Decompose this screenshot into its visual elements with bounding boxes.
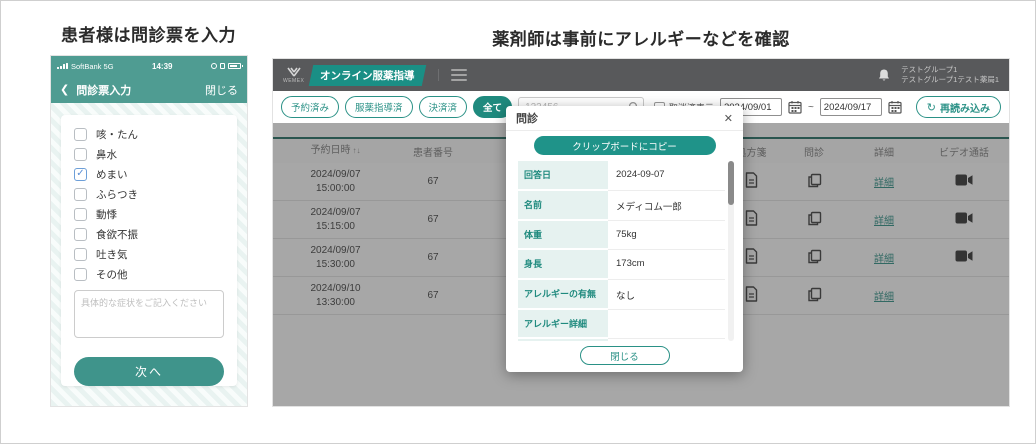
modal-row-label: ジェネリックを希望する: [518, 339, 608, 341]
modal-row-value: [608, 310, 725, 340]
signal-icon: [57, 63, 68, 70]
modal-row-label: 身長: [518, 250, 608, 280]
checkbox-label: 咳・たん: [96, 127, 138, 142]
modal-table-row: ジェネリックを希望する 希望しない: [518, 339, 725, 341]
modal-row-label: アレルギー詳細: [518, 310, 608, 340]
checkbox-label: 鼻水: [96, 147, 117, 162]
checkbox-icon[interactable]: [74, 128, 87, 141]
phone-nav-bar: ❮ 問診票入力 閉じる: [51, 76, 247, 103]
symptom-checkbox-row[interactable]: 動悸: [74, 204, 224, 224]
logo-text: WEMEX: [283, 78, 304, 84]
wemex-logo: WEMEX: [283, 67, 304, 84]
modal-row-value: メディコム一郎: [608, 191, 725, 221]
account-pharmacy: テストグループ1テスト薬局1: [901, 75, 999, 84]
phone-page-title: 問診票入力: [76, 82, 205, 98]
phone-status-bar: SoftBank 5G 14:39: [51, 56, 247, 76]
reload-button[interactable]: ↻ 再読み込み: [916, 96, 1001, 118]
modal-row-label: 体重: [518, 221, 608, 251]
calendar-to-icon[interactable]: [888, 100, 902, 114]
symptom-checkbox-list: 咳・たん 鼻水 ✓ めまい ふらつき 動悸 食欲不振 吐き気 その他: [74, 124, 224, 284]
service-badge: オンライン服薬指導: [309, 65, 426, 86]
modal-close-icon[interactable]: ✕: [724, 112, 733, 125]
account-group: テストグループ1: [901, 65, 957, 74]
checkbox-icon[interactable]: [74, 208, 87, 221]
checkbox-icon[interactable]: [74, 248, 87, 261]
modal-row-value: 希望しない: [608, 339, 725, 341]
left-caption: 患者様は問診票を入力: [31, 21, 266, 46]
status-time: 14:39: [114, 62, 211, 71]
modal-scrollbar-thumb[interactable]: [728, 161, 734, 205]
checkbox-label: その他: [96, 267, 128, 282]
symptom-checkbox-row[interactable]: その他: [74, 264, 224, 284]
phone-screenshot: SoftBank 5G 14:39 ❮ 問診票入力 閉じる 咳・たん 鼻水 ✓ …: [51, 56, 247, 406]
phone-body: 咳・たん 鼻水 ✓ めまい ふらつき 動悸 食欲不振 吐き気 その他 次へ: [51, 103, 247, 406]
symptom-checkbox-row[interactable]: 吐き気: [74, 244, 224, 264]
modal-row-label: 名前: [518, 191, 608, 221]
date-range-separator: ~: [808, 102, 814, 113]
modal-row-value: 2024-09-07: [608, 161, 725, 191]
modal-close-button[interactable]: 閉じる: [580, 346, 670, 365]
checkbox-icon[interactable]: [74, 148, 87, 161]
desktop-app-screenshot: WEMEX オンライン服薬指導 テストグループ1 テストグループ1テスト薬局1 …: [273, 59, 1009, 406]
calendar-from-icon[interactable]: [788, 100, 802, 114]
symptom-checkbox-row[interactable]: 食欲不振: [74, 224, 224, 244]
app-top-bar: WEMEX オンライン服薬指導 テストグループ1 テストグループ1テスト薬局1: [273, 59, 1009, 91]
modal-table-row: 身長 173cm: [518, 250, 725, 280]
hamburger-icon: [451, 69, 467, 81]
checkbox-icon[interactable]: ✓: [74, 168, 87, 181]
hamburger-menu-button[interactable]: [438, 69, 467, 81]
modal-row-value: 75kg: [608, 221, 725, 251]
modal-scrollbar-track[interactable]: [728, 161, 734, 341]
checkbox-label: 吐き気: [96, 247, 128, 262]
notification-bell-icon[interactable]: [877, 68, 891, 83]
checkbox-label: ふらつき: [96, 187, 138, 202]
status-filter-group: 予約済み 服薬指導済 決済済 全て: [281, 96, 512, 118]
modal-row-value: なし: [608, 280, 725, 310]
modal-table-row: アレルギー詳細: [518, 310, 725, 340]
back-chevron-icon[interactable]: ❮: [60, 83, 69, 96]
right-caption: 薬剤師は事前にアレルギーなどを確認: [273, 25, 1009, 50]
symptom-checkbox-row[interactable]: ふらつき: [74, 184, 224, 204]
checkbox-label: めまい: [96, 167, 128, 182]
questionnaire-card: 咳・たん 鼻水 ✓ めまい ふらつき 動悸 食欲不振 吐き気 その他 次へ: [61, 115, 237, 386]
symptom-checkbox-row[interactable]: ✓ めまい: [74, 164, 224, 184]
modal-table-row: アレルギーの有無 なし: [518, 280, 725, 310]
modal-title: 問診: [516, 110, 538, 126]
questionnaire-modal: 問診 ✕ クリップボードにコピー 回答日 2024-09-07 名前 メディコム…: [506, 106, 743, 372]
filter-pill[interactable]: 服薬指導済: [345, 96, 413, 118]
modal-table: 回答日 2024-09-07 名前 メディコム一郎 体重 75kg 身長 173…: [518, 161, 725, 341]
account-info: テストグループ1 テストグループ1テスト薬局1: [901, 65, 999, 85]
carrier-label: SoftBank 5G: [71, 62, 114, 71]
checkbox-label: 食欲不振: [96, 227, 138, 242]
checkbox-icon[interactable]: [74, 228, 87, 241]
next-button[interactable]: 次へ: [74, 357, 224, 386]
copy-to-clipboard-button[interactable]: クリップボードにコピー: [534, 136, 716, 155]
screenshot-canvas: 患者様は問診票を入力 薬剤師は事前にアレルギーなどを確認 SoftBank 5G…: [0, 0, 1036, 444]
modal-table-container: 回答日 2024-09-07 名前 メディコム一郎 体重 75kg 身長 173…: [518, 161, 734, 341]
modal-table-row: 体重 75kg: [518, 221, 725, 251]
symptom-checkbox-row[interactable]: 鼻水: [74, 144, 224, 164]
symptom-checkbox-row[interactable]: 咳・たん: [74, 124, 224, 144]
modal-table-row: 回答日 2024-09-07: [518, 161, 725, 191]
modal-table-row: 名前 メディコム一郎: [518, 191, 725, 221]
checkbox-label: 動悸: [96, 207, 117, 222]
checkbox-icon[interactable]: [74, 268, 87, 281]
battery-icon: [228, 63, 241, 69]
modal-row-label: 回答日: [518, 161, 608, 191]
modal-row-value: 173cm: [608, 250, 725, 280]
phone-close-button[interactable]: 閉じる: [205, 82, 238, 98]
filter-pill[interactable]: 決済済: [419, 96, 468, 118]
modal-header: 問診 ✕: [506, 106, 743, 131]
lock-icon: [220, 63, 225, 69]
location-icon: [211, 63, 217, 69]
modal-row-label: アレルギーの有無: [518, 280, 608, 310]
date-to-input[interactable]: [820, 98, 882, 116]
checkbox-icon[interactable]: [74, 188, 87, 201]
symptom-detail-textarea[interactable]: [74, 290, 224, 338]
filter-pill[interactable]: 予約済み: [281, 96, 339, 118]
reload-icon: ↻: [927, 101, 936, 114]
